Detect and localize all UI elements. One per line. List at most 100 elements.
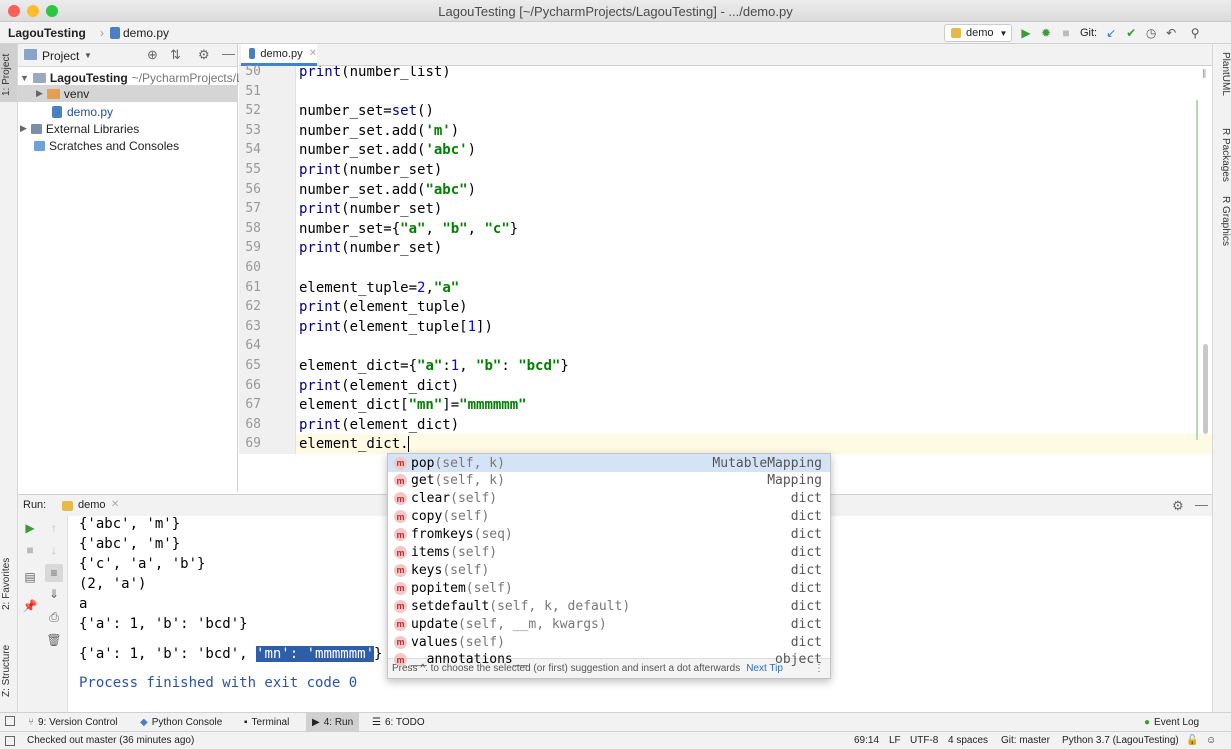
line-number[interactable]: 55 xyxy=(241,160,261,180)
gear-icon[interactable]: ⚙ xyxy=(198,47,210,63)
tool-terminal[interactable]: ▪ Terminal xyxy=(238,713,295,732)
expand-icon[interactable]: ▶ xyxy=(20,123,27,134)
gear-icon[interactable]: ⚙ xyxy=(1172,498,1184,514)
run-icon[interactable]: ▶ xyxy=(1016,24,1036,42)
print-icon[interactable]: ⎙ xyxy=(46,609,62,625)
breadcrumb-file[interactable]: demo.py xyxy=(123,26,169,40)
collapse-all-icon[interactable]: ⇅ xyxy=(170,47,181,63)
layout-icon[interactable]: ▤ xyxy=(22,569,38,585)
line-number[interactable]: 60 xyxy=(241,258,261,278)
close-tab-icon[interactable]: ✕ xyxy=(309,48,317,59)
line-number[interactable]: 69 xyxy=(241,434,261,454)
completion-item[interactable]: m keys (self) dict xyxy=(388,561,830,579)
line-separator[interactable]: LF xyxy=(889,735,901,746)
line-number[interactable]: 57 xyxy=(241,199,261,219)
status-message[interactable]: Checked out master (36 minutes ago) xyxy=(27,735,194,746)
trash-icon[interactable]: 🗑 xyxy=(46,632,62,648)
completion-item[interactable]: m pop (self, k) MutableMapping xyxy=(388,454,830,472)
hide-panel-icon[interactable]: — xyxy=(222,46,235,61)
inspector-icon[interactable]: ☺ xyxy=(1206,735,1216,746)
git-revert-icon[interactable]: ↶ xyxy=(1161,24,1181,42)
line-number[interactable]: 58 xyxy=(241,219,261,239)
code-editor[interactable]: ∥ print(number_list) number_set=set() numb… xyxy=(296,66,1212,454)
line-number[interactable]: 68 xyxy=(241,415,261,435)
python-interpreter[interactable]: Python 3.7 (LagouTesting) xyxy=(1062,735,1179,746)
lock-icon[interactable]: 🔓 xyxy=(1186,735,1198,746)
completion-item[interactable]: m __annotations__ object xyxy=(388,651,830,669)
file-encoding[interactable]: UTF-8 xyxy=(910,735,938,746)
completion-item[interactable]: m popitem (self) dict xyxy=(388,579,830,597)
completion-item[interactable]: m update (self, __m, kwargs) dict xyxy=(388,615,830,633)
code-completion-popup[interactable]: Press ^. to choose the selected (or firs… xyxy=(387,453,831,679)
completion-item[interactable]: m values (self) dict xyxy=(388,633,830,651)
project-tool-tab[interactable]: 1: Project xyxy=(1,50,17,100)
favorites-tool-tab[interactable]: 2: Favorites xyxy=(1,549,17,619)
chevron-down-icon[interactable]: ▼ xyxy=(84,51,92,60)
scroll-up-icon[interactable]: ↑ xyxy=(46,520,62,536)
line-number[interactable]: 64 xyxy=(241,336,261,356)
tool-run[interactable]: ▶ 4: Run xyxy=(306,713,360,732)
stop-icon[interactable]: ■ xyxy=(22,542,38,558)
toggle-tool-windows-icon[interactable] xyxy=(5,716,15,726)
git-commit-icon[interactable]: ✔ xyxy=(1121,24,1141,42)
git-branch[interactable]: Git: master xyxy=(1001,735,1050,746)
line-number[interactable]: 62 xyxy=(241,297,261,317)
expand-icon[interactable]: ▶ xyxy=(36,88,43,99)
plantuml-tool-tab[interactable]: PlantUML xyxy=(1215,52,1231,112)
status-toggle-icon[interactable] xyxy=(5,736,15,746)
editor-scrollbar[interactable] xyxy=(1203,344,1208,434)
completion-item[interactable]: m get (self, k) Mapping xyxy=(388,472,830,490)
line-number[interactable]: 67 xyxy=(241,395,261,415)
code-token: ) xyxy=(467,142,477,159)
tool-todo[interactable]: ☰ 6: TODO xyxy=(366,713,431,732)
line-number[interactable]: 50 xyxy=(241,62,261,82)
close-tab-icon[interactable]: ✕ xyxy=(111,499,119,510)
search-icon[interactable]: ⚲ xyxy=(1185,24,1205,42)
line-number[interactable]: 61 xyxy=(241,278,261,298)
line-number[interactable]: 52 xyxy=(241,101,261,121)
structure-tool-tab[interactable]: Z: Structure xyxy=(1,636,17,706)
line-number[interactable]: 63 xyxy=(241,317,261,337)
debug-icon[interactable]: ✹ xyxy=(1036,24,1056,42)
line-number[interactable]: 56 xyxy=(241,180,261,200)
tree-item-demo-py[interactable]: demo.py xyxy=(52,103,113,120)
line-number[interactable]: 65 xyxy=(241,356,261,376)
soft-wrap-icon[interactable]: ≡ xyxy=(45,564,63,582)
git-history-icon[interactable]: ◷ xyxy=(1141,24,1161,42)
pin-icon[interactable]: 📌 xyxy=(22,598,38,614)
breadcrumb-project[interactable]: LagouTesting xyxy=(8,26,86,40)
line-number[interactable]: 66 xyxy=(241,376,261,396)
project-panel-title[interactable]: Project xyxy=(42,49,79,63)
rerun-icon[interactable]: ▶ xyxy=(22,520,38,536)
tree-item-venv[interactable]: ▶ venv xyxy=(36,85,89,102)
completion-item[interactable]: m clear (self) dict xyxy=(388,490,830,508)
scroll-to-end-icon[interactable]: ⇓ xyxy=(46,586,62,602)
git-update-icon[interactable]: ↙ xyxy=(1101,24,1121,42)
line-number[interactable]: 54 xyxy=(241,140,261,160)
event-log-button[interactable]: ● Event Log xyxy=(1138,713,1205,732)
completion-item[interactable]: m items (self) dict xyxy=(388,544,830,562)
tool-version-control[interactable]: ⑂ 9: Version Control xyxy=(22,713,124,732)
stop-icon[interactable]: ■ xyxy=(1056,24,1076,42)
expand-icon[interactable]: ▼ xyxy=(20,73,29,83)
line-number[interactable]: 51 xyxy=(241,82,261,102)
tree-item-external-libraries[interactable]: ▶ External Libraries xyxy=(20,120,139,137)
line-number[interactable]: 53 xyxy=(241,121,261,141)
tree-item-scratches[interactable]: Scratches and Consoles xyxy=(34,137,179,154)
r-graphics-tool-tab[interactable]: R Graphics xyxy=(1215,196,1231,256)
tool-python-console[interactable]: ◆ Python Console xyxy=(134,713,228,732)
caret-position[interactable]: 69:14 xyxy=(854,735,879,746)
run-config-selector[interactable]: demo ▼ xyxy=(944,24,1012,42)
inspection-status-icon[interactable]: ∥ xyxy=(1202,68,1207,79)
completion-item[interactable]: m fromkeys (seq) dict xyxy=(388,526,830,544)
hide-panel-icon[interactable]: — xyxy=(1195,497,1208,512)
completion-item[interactable]: m copy (self) dict xyxy=(388,508,830,526)
completion-item[interactable]: m setdefault (self, k, default) dict xyxy=(388,597,830,615)
line-number[interactable]: 59 xyxy=(241,238,261,258)
locate-icon[interactable]: ⊕ xyxy=(147,47,158,63)
run-tab-demo[interactable]: demo xyxy=(78,499,106,511)
scroll-down-icon[interactable]: ↓ xyxy=(46,542,62,558)
indent-setting[interactable]: 4 spaces xyxy=(948,735,988,746)
tree-item-project-root[interactable]: ▼ LagouTesting ~/PycharmProjects/L xyxy=(20,69,243,86)
r-packages-tool-tab[interactable]: R Packages xyxy=(1215,128,1231,188)
